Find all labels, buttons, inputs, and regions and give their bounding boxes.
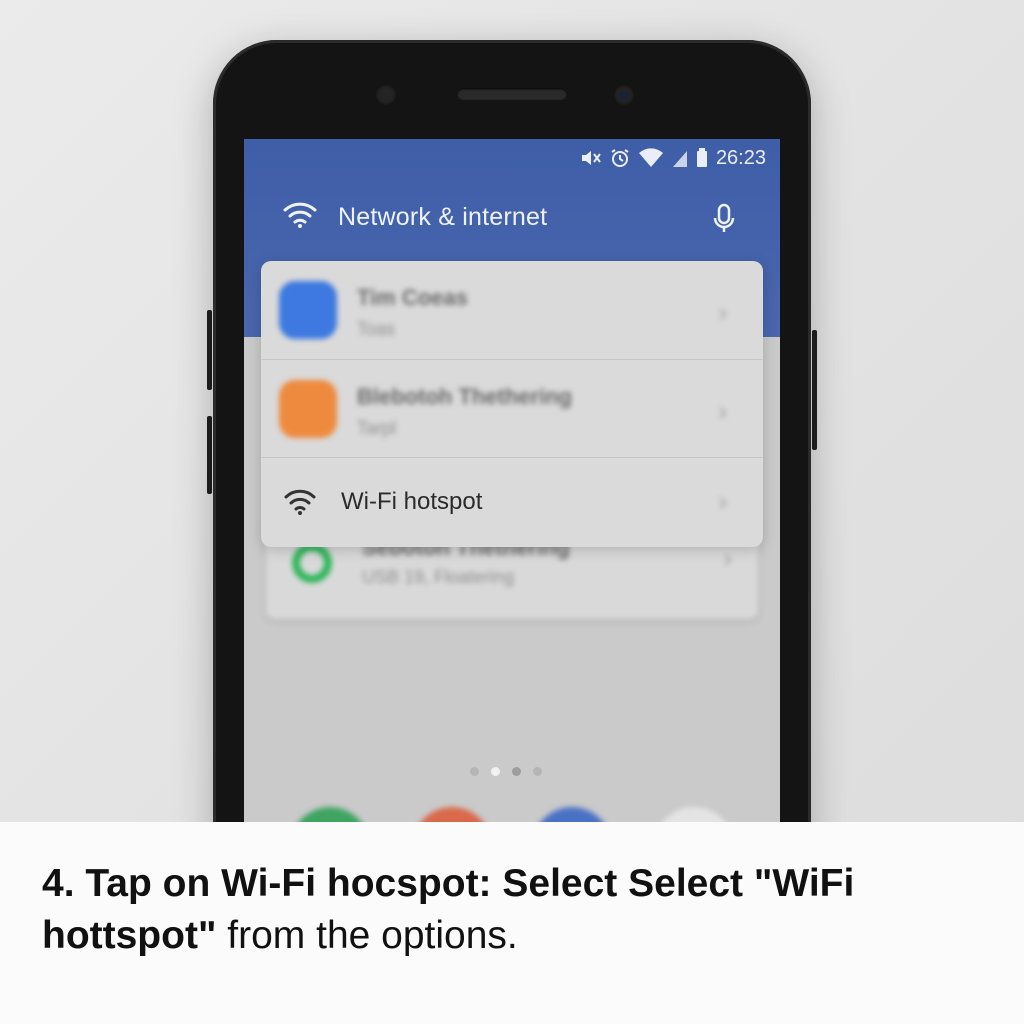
options-menu: Tim Coeas Toas › Blebotoh Thethering Tar…	[261, 261, 763, 547]
page-title: Network & internet	[338, 203, 548, 231]
status-bar: 26:23	[580, 145, 766, 171]
volume-down-button	[207, 416, 212, 494]
mute-icon	[580, 148, 602, 168]
menu-item-1[interactable]: Tim Coeas Toas ›	[261, 261, 763, 359]
chevron-right-icon: ›	[718, 486, 727, 516]
phone-screen: 26:23 Network & internet Sebotoh Thether…	[244, 139, 780, 859]
earpiece	[457, 88, 567, 100]
front-camera	[613, 84, 635, 106]
signal-icon	[672, 148, 688, 168]
bluetooth-tether-icon	[279, 380, 337, 438]
row-subtitle: USB 19, Floatering	[362, 567, 515, 587]
chevron-right-icon: ›	[718, 396, 727, 426]
page-dot	[533, 767, 542, 776]
wifi-icon	[282, 201, 318, 234]
page-dot-active	[491, 767, 500, 776]
caption-panel: 4. Tap on Wi-Fi hocspot: Select Select "…	[0, 822, 1024, 1024]
power-button	[812, 330, 817, 450]
menu-item-wifi-hotspot[interactable]: Wi-Fi hotspot ›	[261, 457, 763, 548]
page-dot	[512, 767, 521, 776]
whatsapp-icon	[290, 541, 334, 590]
status-time: 26:23	[715, 146, 766, 169]
front-sensor	[375, 84, 397, 106]
contact-icon	[279, 281, 337, 339]
instruction-text: 4. Tap on Wi-Fi hocspot: Select Select "…	[42, 858, 942, 962]
page-header: Network & internet	[282, 201, 547, 234]
chevron-right-icon: ›	[718, 297, 727, 327]
wifi-hotspot-label: Wi-Fi hotspot	[341, 488, 483, 515]
row-title: Tim Coeas	[357, 285, 468, 310]
volume-up-button	[207, 310, 212, 390]
instruction-regular: from the options.	[216, 914, 518, 957]
page-indicator	[470, 767, 542, 776]
row-subtitle: Toas	[357, 319, 396, 339]
row-subtitle: Tarpl	[357, 418, 397, 438]
menu-item-2[interactable]: Blebotoh Thethering Tarpl ›	[261, 359, 763, 458]
battery-icon	[696, 148, 708, 168]
wifi-status-icon	[638, 148, 664, 168]
mic-icon[interactable]	[712, 203, 736, 240]
alarm-icon	[610, 148, 630, 168]
wifi-icon	[283, 488, 317, 521]
page-dot	[470, 767, 479, 776]
row-title: Blebotoh Thethering	[357, 384, 573, 409]
